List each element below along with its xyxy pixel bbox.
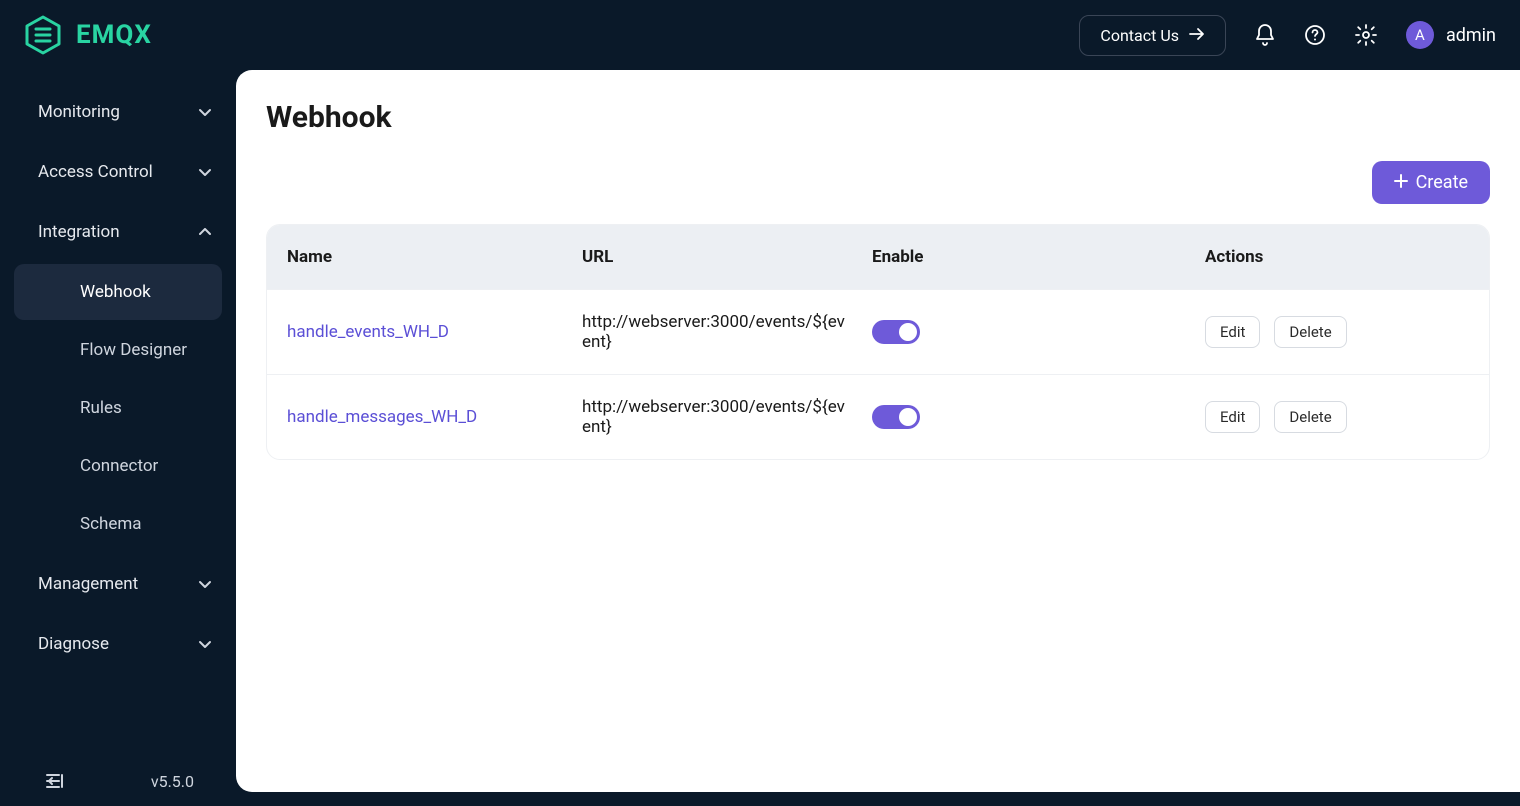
page-title: Webhook	[266, 100, 1490, 135]
hexagon-logo-icon	[24, 15, 62, 55]
top-right-controls: Contact Us A admin	[1079, 15, 1496, 56]
sidebar-item-access-control[interactable]: Access Control	[0, 142, 236, 202]
table-row: handle_messages_WH_D http://webserver:30…	[267, 374, 1489, 459]
username-label: admin	[1446, 25, 1496, 46]
sidebar-sub-rules[interactable]: Rules	[14, 380, 222, 436]
chevron-down-icon	[198, 574, 212, 594]
create-button-label: Create	[1416, 172, 1468, 193]
plus-icon	[1394, 172, 1408, 193]
collapse-sidebar-icon[interactable]	[44, 772, 66, 790]
sidebar-item-label: Flow Designer	[80, 340, 187, 360]
user-menu[interactable]: A admin	[1406, 21, 1496, 49]
bell-icon[interactable]	[1254, 23, 1276, 47]
create-button[interactable]: Create	[1372, 161, 1490, 204]
avatar-initial: A	[1415, 26, 1425, 44]
webhook-url: http://webserver:3000/events/${event}	[582, 312, 872, 352]
sidebar-item-label: Webhook	[80, 282, 151, 302]
sidebar-item-label: Diagnose	[38, 634, 109, 654]
column-header-actions: Actions	[1205, 247, 1469, 267]
sidebar: Monitoring Access Control Integration We…	[0, 70, 236, 806]
logo-area[interactable]: EMQX	[24, 15, 152, 55]
toggle-knob	[899, 408, 917, 426]
enable-toggle[interactable]	[872, 405, 920, 429]
webhook-name-link[interactable]: handle_events_WH_D	[287, 322, 449, 342]
toolbar: Create	[266, 161, 1490, 204]
sidebar-sub-schema[interactable]: Schema	[14, 496, 222, 552]
sidebar-item-label: Management	[38, 574, 138, 594]
help-icon[interactable]	[1304, 24, 1326, 46]
sidebar-sub-webhook[interactable]: Webhook	[14, 264, 222, 320]
enable-toggle[interactable]	[872, 320, 920, 344]
sidebar-footer: v5.5.0	[0, 756, 236, 806]
sidebar-item-label: Access Control	[38, 162, 153, 182]
sidebar-sub-flow-designer[interactable]: Flow Designer	[14, 322, 222, 378]
edit-button[interactable]: Edit	[1205, 316, 1260, 348]
webhook-table: Name URL Enable Actions handle_events_WH…	[266, 224, 1490, 460]
table-row: handle_events_WH_D http://webserver:3000…	[267, 289, 1489, 374]
brand-name: EMQX	[76, 20, 152, 50]
webhook-url: http://webserver:3000/events/${event}	[582, 397, 872, 437]
contact-us-label: Contact Us	[1100, 26, 1179, 45]
sidebar-item-monitoring[interactable]: Monitoring	[0, 82, 236, 142]
sidebar-item-label: Integration	[38, 222, 120, 242]
sidebar-item-label: Schema	[80, 514, 142, 534]
column-header-url: URL	[582, 247, 872, 267]
sidebar-item-label: Rules	[80, 398, 122, 418]
column-header-enable: Enable	[872, 247, 1205, 267]
chevron-down-icon	[198, 634, 212, 654]
chevron-down-icon	[198, 222, 212, 242]
toggle-knob	[899, 323, 917, 341]
delete-button[interactable]: Delete	[1274, 316, 1346, 348]
chevron-down-icon	[198, 162, 212, 182]
sidebar-item-label: Monitoring	[38, 102, 120, 122]
top-bar: EMQX Contact Us A admin	[0, 0, 1520, 70]
gear-icon[interactable]	[1354, 23, 1378, 47]
edit-button[interactable]: Edit	[1205, 401, 1260, 433]
main-content: Webhook Create Name URL Enable Actions h…	[236, 70, 1520, 792]
webhook-name-link[interactable]: handle_messages_WH_D	[287, 407, 477, 427]
sidebar-sub-connector[interactable]: Connector	[14, 438, 222, 494]
sidebar-item-management[interactable]: Management	[0, 554, 236, 614]
avatar: A	[1406, 21, 1434, 49]
chevron-down-icon	[198, 102, 212, 122]
contact-us-button[interactable]: Contact Us	[1079, 15, 1226, 56]
delete-button[interactable]: Delete	[1274, 401, 1346, 433]
sidebar-item-diagnose[interactable]: Diagnose	[0, 614, 236, 674]
sidebar-item-label: Connector	[80, 456, 158, 476]
sidebar-item-integration[interactable]: Integration	[0, 202, 236, 262]
column-header-name: Name	[287, 247, 582, 267]
table-header: Name URL Enable Actions	[267, 225, 1489, 289]
version-label: v5.5.0	[151, 772, 194, 791]
arrow-right-icon	[1189, 26, 1205, 45]
